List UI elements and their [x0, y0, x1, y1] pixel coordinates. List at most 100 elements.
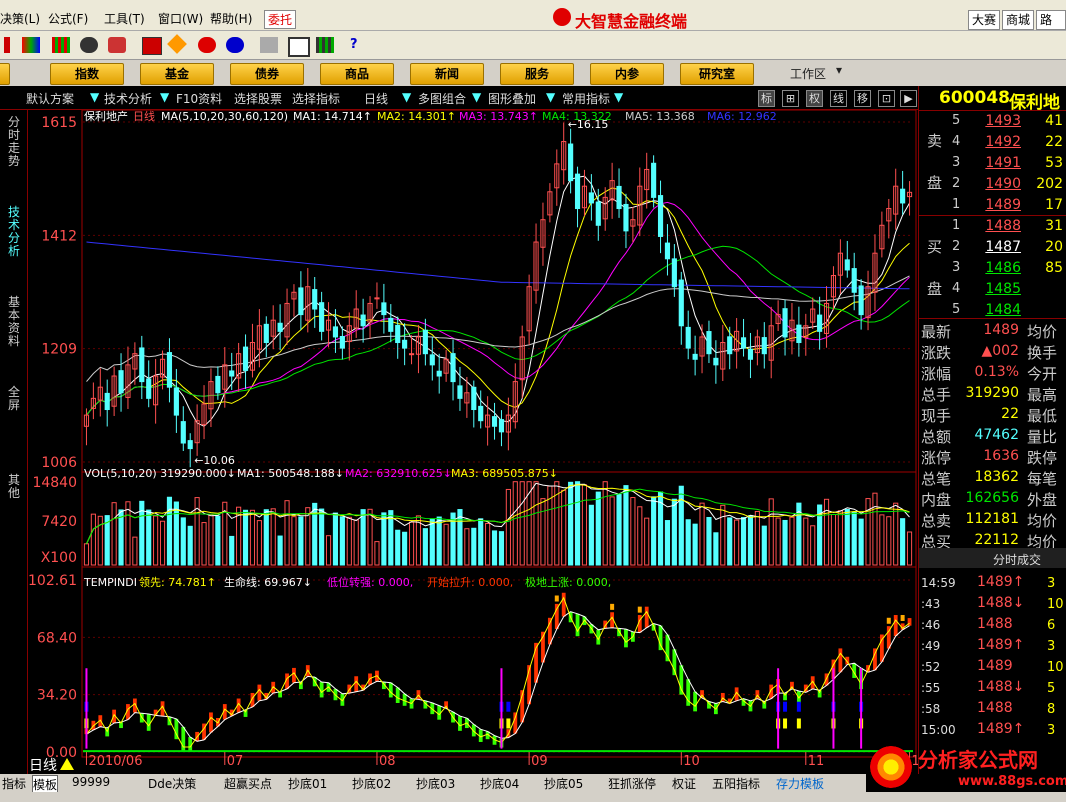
indicator-top-mark [554, 595, 559, 602]
nav-index[interactable]: 指数 [50, 63, 124, 85]
dropdown-icon[interactable]: ▼ [402, 90, 411, 104]
nav-bond[interactable]: 债券 [230, 63, 304, 85]
indicator-tab[interactable]: 狂抓涨停 [608, 775, 656, 792]
zoom-button[interactable]: ⊡ [878, 90, 895, 107]
candle-body [146, 378, 152, 399]
indicator-tab[interactable]: 抄底05 [544, 775, 583, 792]
indicator-tab[interactable]: 指标 [2, 775, 26, 792]
sell-price: 1489 [985, 197, 1021, 213]
nav-news[interactable]: 新闻 [410, 63, 484, 85]
indicator-tab[interactable]: 权证 [672, 775, 696, 792]
indicator-tab[interactable]: 抄底03 [416, 775, 455, 792]
candle-body [796, 324, 802, 344]
stat-label: 总笔 [921, 470, 952, 488]
tab-roadshow[interactable]: 路演 [1036, 10, 1066, 45]
tab-contest[interactable]: 大赛 [968, 10, 1001, 30]
nav-stock[interactable]: 股 [0, 63, 10, 85]
volume-bar [844, 508, 850, 566]
volume-bar [851, 511, 857, 566]
volume-ma-value: MA1: 500548.188↓ [237, 467, 344, 480]
grid-button[interactable]: ⊞ [782, 90, 799, 107]
f10-button[interactable]: F10资料 [176, 90, 222, 107]
binoculars-icon[interactable] [80, 37, 98, 53]
stat-label: 涨幅 [921, 365, 952, 383]
bars-icon[interactable] [52, 37, 70, 53]
select-indicator-button[interactable]: 选择指标 [292, 90, 340, 107]
menu-tools[interactable]: 工具(T) [104, 10, 145, 27]
overlay-button[interactable]: 图形叠加 [488, 90, 536, 107]
mark-button[interactable]: 标 [758, 90, 775, 107]
volume-bar [153, 515, 159, 566]
tick-time: :49 [921, 639, 941, 653]
tab-mall[interactable]: 商城 [1002, 10, 1035, 30]
menu-help[interactable]: 帮助(H) [210, 10, 252, 27]
indicator-tab[interactable]: 抄底04 [480, 775, 519, 792]
watermark-text: 分析家公式网 [918, 748, 1038, 772]
volume-bar [284, 500, 290, 566]
diamond-icon[interactable] [167, 34, 187, 54]
indicator-tab-bar: 指标 模板 99999 Dde决策 超赢买点 抄底01 抄底02 抄底03 抄底04 抄底05 狂抓… [0, 774, 866, 794]
scheme-select[interactable]: 默认方案 [26, 90, 74, 107]
period-select[interactable]: 日线 [364, 90, 388, 107]
tab-fundamental[interactable]: 基本资料 [6, 296, 22, 348]
nav-insider[interactable]: 内参 [590, 63, 664, 85]
volume-bar [270, 508, 276, 566]
workspace-menu-icon[interactable]: ▾ [836, 63, 842, 77]
move-button[interactable]: 移 [854, 90, 871, 107]
nav-fund[interactable]: 基金 [140, 63, 214, 85]
nav-research[interactable]: 研究室 [680, 63, 754, 85]
indicator-tab[interactable]: 抄底02 [352, 775, 391, 792]
indicator-tab[interactable]: 五阳指标 [712, 775, 760, 792]
menu-window[interactable]: 窗口(W) [158, 10, 203, 27]
blue-circle-icon[interactable] [226, 37, 244, 53]
sell-level-index: 2 [952, 176, 961, 191]
multi-chart-button[interactable]: 多图组合 [418, 90, 466, 107]
indicator-tab[interactable]: 99999 [72, 775, 110, 789]
volume-bar [761, 525, 767, 566]
select-stock-button[interactable]: 选择股票 [234, 90, 282, 107]
target-icon[interactable] [198, 37, 216, 53]
kline-chart[interactable]: 1615141212091006←16.15←10.06保利地产 日线 MA(5,1… [27, 110, 918, 774]
dropdown-icon[interactable]: ▼ [546, 90, 555, 104]
help-icon[interactable]: ? [350, 37, 368, 53]
nav-service[interactable]: 服务 [500, 63, 574, 85]
flag-icon[interactable] [142, 37, 162, 55]
tech-analysis-menu[interactable]: 技术分析 [104, 90, 152, 107]
dropdown-icon[interactable]: ▼ [90, 90, 99, 104]
volume-bar [630, 497, 636, 566]
eye-icon[interactable] [22, 37, 40, 53]
indicator-tab[interactable]: Dde决策 [148, 775, 196, 792]
entrust-button[interactable]: 委托 [264, 10, 297, 29]
dropdown-icon[interactable]: ▼ [614, 90, 623, 104]
dropdown-icon[interactable]: ▼ [472, 90, 481, 104]
volume-bar [478, 518, 484, 566]
stat-value: 47462 [974, 427, 1019, 443]
candle-body [429, 354, 435, 366]
nav-commodity[interactable]: 商品 [320, 63, 394, 85]
dropdown-icon[interactable]: ▼ [160, 90, 169, 104]
menu-decision[interactable]: 决策(L) [0, 10, 40, 27]
tab-fullscreen[interactable]: 全屏 [6, 386, 22, 412]
workspace-label[interactable]: 工作区 [790, 65, 826, 82]
alarm-icon[interactable] [108, 37, 126, 53]
indicator-tab[interactable]: 抄底01 [288, 775, 327, 792]
rights-button[interactable]: 权 [806, 90, 823, 107]
tab-technical[interactable]: 技术分析 [6, 206, 22, 258]
candle-body [588, 192, 594, 204]
volume-ma-value: MA2: 632910.625↓ [345, 467, 452, 480]
books-icon[interactable] [316, 37, 334, 53]
line-button[interactable]: 线 [830, 90, 847, 107]
indicator-tab[interactable]: 存力模板 [776, 775, 824, 792]
tab-other[interactable]: 其他 [6, 474, 22, 500]
window-icon[interactable] [288, 37, 310, 57]
tab-intraday[interactable]: 分时走势 [6, 116, 22, 168]
play-button[interactable]: ▶ [900, 90, 917, 107]
left-tab-strip: 分时走势 技术分析 基本资料 全屏 其他 [0, 110, 28, 774]
buy-price: 1485 [985, 281, 1021, 297]
indicator-tab[interactable]: 超赢买点 [224, 775, 272, 792]
print-icon[interactable] [260, 37, 278, 53]
back-icon[interactable] [4, 37, 10, 53]
volume-bar [872, 492, 878, 566]
common-indicator-select[interactable]: 常用指标 [562, 90, 610, 107]
menu-formula[interactable]: 公式(F) [48, 10, 88, 27]
